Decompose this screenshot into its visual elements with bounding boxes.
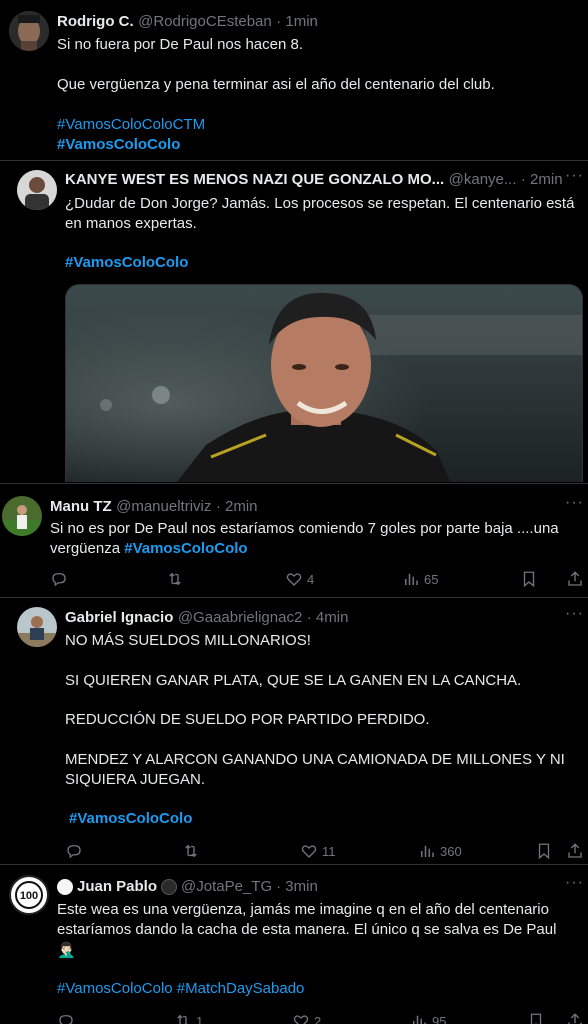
retweet-button[interactable]: 1: [174, 1012, 203, 1024]
like-button[interactable]: 2: [292, 1012, 321, 1024]
tweet-text: ¿Dudar de Don Jorge? Jamás. Los procesos…: [65, 195, 575, 212]
hashtag-link[interactable]: #VamosColoColo: [124, 540, 247, 557]
hashtag-link[interactable]: #MatchDaySabado: [177, 980, 305, 997]
avatar[interactable]: [17, 170, 57, 210]
facepalm-emoji: 🤦🏻‍♂️: [57, 942, 76, 959]
author-handle[interactable]: @JotaPe_TG: [181, 878, 272, 895]
author-handle[interactable]: @Gaaabrielignac2: [178, 609, 302, 626]
heart-icon: [286, 573, 302, 586]
like-count: 4: [307, 571, 315, 587]
hashtag-link[interactable]: #VamosColoColo: [69, 809, 192, 829]
tweet-text: Si no es por De Paul nos estaríamos comi…: [50, 520, 559, 537]
bookmark-button[interactable]: [520, 570, 538, 588]
author-name[interactable]: KANYE WEST ES MENOS NAZI QUE GONZALO MO.…: [65, 171, 444, 188]
timestamp[interactable]: · 4min: [307, 609, 349, 626]
tweet-text: SIQUIERA JUEGAN.: [65, 771, 206, 788]
avatar-photo-icon: [9, 11, 49, 51]
analytics-icon: [413, 1015, 426, 1024]
retweet-count: 1: [196, 1013, 204, 1024]
tweet-text: SI QUIEREN GANAR PLATA, QUE SE LA GANEN …: [65, 672, 522, 689]
view-count: 360: [440, 843, 462, 859]
tweet-text: MENDEZ Y ALARCON GANANDO UNA CAMIONADA D…: [65, 751, 565, 768]
tweet-text: Este wea es una vergüenza, jamás me imag…: [57, 901, 549, 918]
views-button[interactable]: 95: [410, 1012, 446, 1024]
hashtag-link[interactable]: #VamosColoColo: [57, 980, 173, 997]
centenario-badge-icon: 100: [12, 878, 46, 912]
reply-icon: [52, 573, 66, 587]
avatar[interactable]: 100: [9, 875, 49, 915]
retweet-button[interactable]: [182, 842, 200, 860]
reply-icon: [67, 845, 81, 859]
reply-button[interactable]: [65, 842, 83, 860]
reply-button[interactable]: [50, 570, 68, 588]
avatar[interactable]: [17, 607, 57, 647]
more-options-icon[interactable]: ···: [565, 874, 584, 892]
more-options-icon[interactable]: ···: [565, 494, 584, 512]
views-button[interactable]: 65: [402, 570, 438, 588]
views-button[interactable]: 360: [418, 842, 462, 860]
more-options-icon[interactable]: ···: [565, 167, 584, 185]
like-count: 11: [322, 843, 336, 859]
avatar[interactable]: [9, 11, 49, 51]
author-handle[interactable]: @kanye...: [449, 171, 517, 188]
reply-icon: [59, 1015, 73, 1024]
analytics-icon: [405, 573, 418, 585]
bookmark-icon: [530, 1013, 542, 1024]
photo-of-smiling-coach-icon: [66, 285, 582, 482]
author-handle[interactable]: @RodrigoCEsteban: [138, 13, 272, 30]
tweet-text: vergüenza: [50, 540, 121, 557]
avatar-photo-icon: [2, 496, 42, 536]
share-button[interactable]: [566, 570, 584, 588]
tweet-text: Que vergüenza y pena terminar asi el año…: [57, 76, 495, 93]
timestamp[interactable]: · 2min: [521, 171, 563, 188]
avatar[interactable]: [2, 496, 42, 536]
black-circle-emoji-icon: [161, 878, 178, 895]
share-icon: [568, 571, 582, 586]
like-button[interactable]: 11: [300, 842, 336, 860]
view-count: 65: [424, 571, 439, 587]
tweet-text: en manos expertas.: [65, 215, 197, 232]
author-name[interactable]: Juan Pablo: [77, 878, 157, 895]
bookmark-button[interactable]: [535, 842, 553, 860]
share-icon: [568, 1013, 582, 1024]
timestamp[interactable]: · 1min: [276, 13, 318, 30]
avatar-photo-icon: [17, 607, 57, 647]
timestamp[interactable]: · 3min: [276, 878, 318, 895]
tweet-text: NO MÁS SUELDOS MILLONARIOS!: [65, 632, 311, 649]
avatar-badge-text: 100: [20, 890, 38, 902]
hashtag-link[interactable]: #VamosColoColo: [65, 253, 188, 273]
tweet-text: estaríamos dando la cacha de esta manera…: [57, 921, 557, 938]
author-name[interactable]: Manu TZ: [50, 498, 112, 515]
retweet-icon: [177, 1014, 189, 1024]
more-options-icon[interactable]: ···: [565, 605, 584, 623]
heart-icon: [301, 845, 317, 858]
retweet-button[interactable]: [166, 570, 184, 588]
tweet-media-image[interactable]: [65, 284, 583, 482]
heart-icon: [293, 1015, 309, 1024]
author-name[interactable]: Rodrigo C.: [57, 13, 134, 30]
white-circle-emoji-icon: [57, 878, 73, 895]
tweet-text: Si no fuera por De Paul nos hacen 8.: [57, 36, 303, 53]
bookmark-icon: [523, 571, 535, 588]
share-button[interactable]: [566, 842, 584, 860]
tweet-text: REDUCCIÓN DE SUELDO POR PARTIDO PERDIDO.: [65, 711, 430, 728]
like-count: 2: [314, 1013, 322, 1024]
share-icon: [568, 843, 582, 858]
author-name[interactable]: Gabriel Ignacio: [65, 609, 173, 626]
bookmark-icon: [538, 843, 550, 860]
bookmark-button[interactable]: [527, 1012, 545, 1024]
retweet-icon: [185, 844, 197, 858]
timestamp[interactable]: · 2min: [216, 498, 258, 515]
reply-button[interactable]: [57, 1012, 75, 1024]
view-count: 95: [432, 1013, 447, 1024]
share-button[interactable]: [566, 1012, 584, 1024]
hashtag-link[interactable]: #VamosColoColoCTM: [57, 115, 205, 135]
author-handle[interactable]: @manueltriviz: [116, 498, 211, 515]
analytics-icon: [421, 845, 434, 857]
retweet-icon: [169, 572, 181, 586]
hashtag-link[interactable]: #VamosColoColo: [57, 135, 180, 155]
avatar-photo-icon: [17, 170, 57, 210]
like-button[interactable]: 4: [285, 570, 314, 588]
